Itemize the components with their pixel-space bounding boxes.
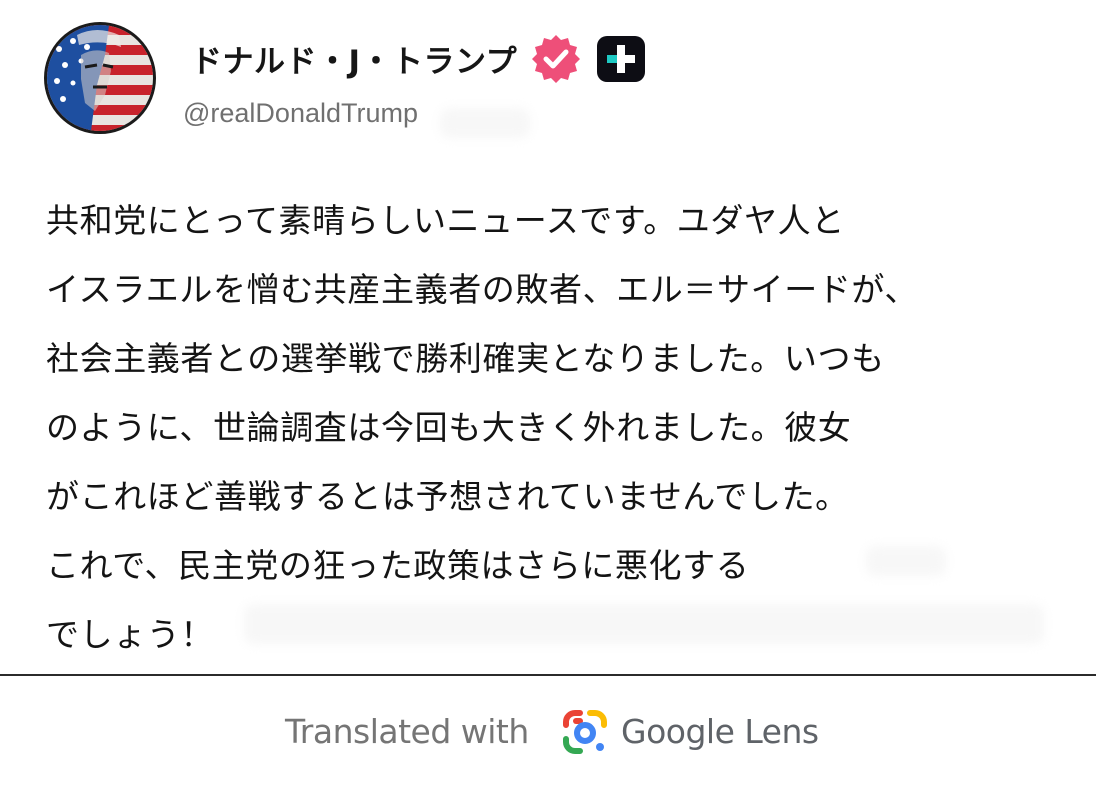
post-body: 共和党にとって素晴らしいニュースです。ユダヤ人と イスラエルを憎む共産主義者の敗… [46, 186, 1066, 669]
post-text-line: がこれほど善戦するとは予想されていませんでした。 [46, 477, 849, 516]
google-lens-label[interactable]: Google Lens [621, 712, 819, 751]
post-header: ドナルド・J・トランプ @realDonaldTrump [0, 0, 1096, 150]
translated-with-label: Translated with [285, 712, 529, 751]
post-text-line: 社会主義者との選挙戦で勝利確実となりました。いつも [46, 339, 885, 378]
plus-badge-icon [597, 36, 645, 82]
display-name[interactable]: ドナルド・J・トランプ [191, 36, 517, 81]
ghost-text-artifact [440, 108, 530, 138]
avatar[interactable] [44, 22, 156, 134]
post-text-line: のように、世論調査は今回も大きく外れました。彼女 [46, 408, 852, 447]
user-handle[interactable]: @realDonaldTrump [183, 98, 418, 129]
post-text-line: でしょう！ [46, 615, 214, 654]
post-text-line: イスラエルを憎む共産主義者の敗者、エル＝サイードが、 [46, 270, 918, 309]
verified-badge-icon [532, 35, 580, 83]
post-text-line: 共和党にとって素晴らしいニュースです。ユダヤ人と [46, 201, 845, 240]
post-text-line: これで、民主党の狂った政策はさらに悪化する [46, 546, 750, 585]
google-lens-icon[interactable] [562, 709, 608, 755]
translation-footer: Translated with Google Lens [0, 676, 1096, 792]
flag-portrait-image [47, 25, 153, 131]
